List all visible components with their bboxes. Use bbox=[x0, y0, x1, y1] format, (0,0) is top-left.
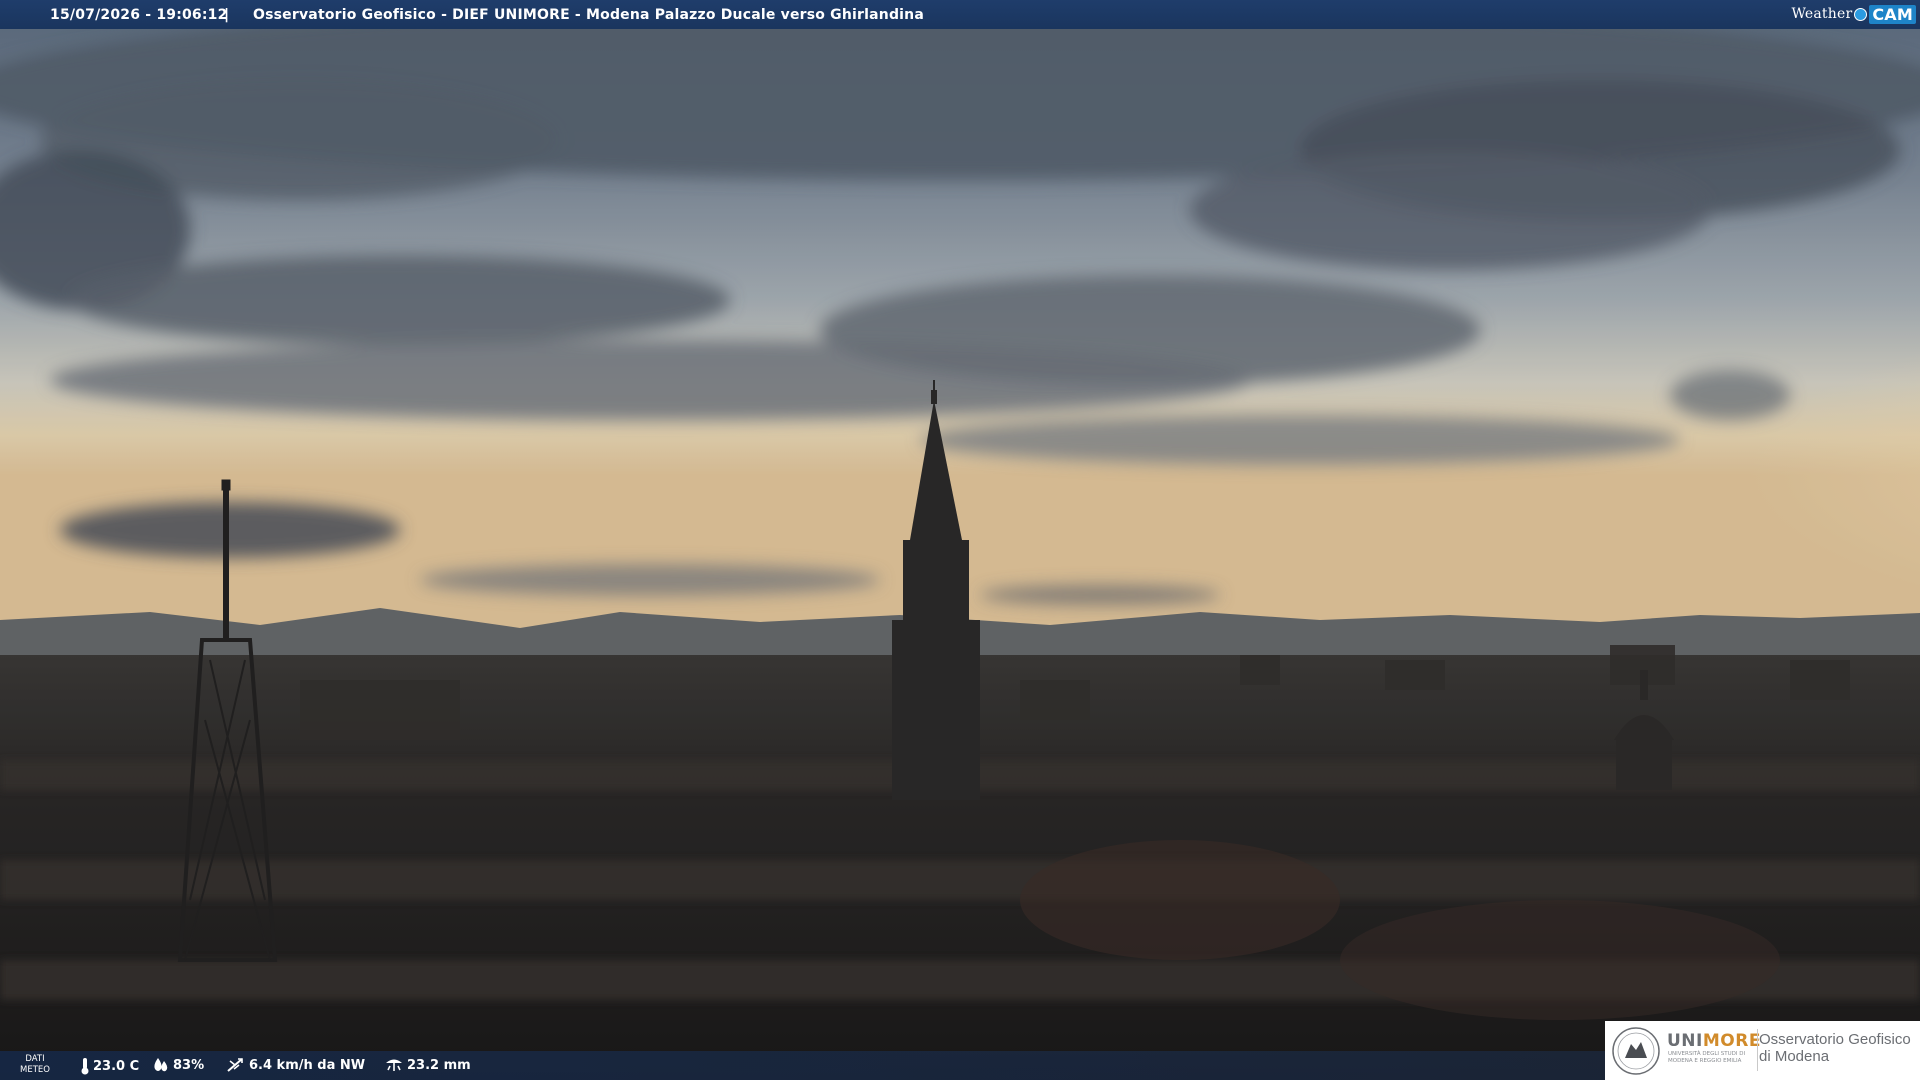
rain-gauge-icon bbox=[386, 1059, 402, 1071]
humidity-reading: 83% bbox=[152, 1057, 204, 1073]
logo-divider bbox=[1757, 1029, 1758, 1071]
brand-weather: Weather bbox=[1791, 6, 1853, 22]
weather-label: DATI METEO bbox=[18, 1054, 52, 1076]
webcam-scene bbox=[0, 0, 1920, 1080]
temperature-value: 23.0 C bbox=[93, 1058, 140, 1074]
top-info-bar: 15/07/2026 - 19:06:12 | Osservatorio Geo… bbox=[0, 0, 1920, 29]
rain-value: 23.2 mm bbox=[407, 1057, 471, 1073]
rain-reading: 23.2 mm bbox=[384, 1057, 471, 1073]
separator: | bbox=[224, 7, 230, 23]
wind-reading: 6.4 km/h da NW bbox=[226, 1057, 365, 1073]
unimore-seal bbox=[1612, 1027, 1660, 1075]
university-name: UNIMORE bbox=[1667, 1031, 1761, 1051]
brand-cam: CAM bbox=[1869, 4, 1916, 24]
observatory-line2: di Modena bbox=[1759, 1048, 1830, 1065]
timestamp: 15/07/2026 - 19:06:12 bbox=[50, 7, 228, 23]
temperature-reading: 23.0 C bbox=[80, 1057, 139, 1075]
weather-data-bar: DATI METEO 23.0 C 83% 6.4 km/h da NW 23.… bbox=[0, 1051, 1605, 1080]
university-name-b: MORE bbox=[1702, 1031, 1761, 1051]
wind-value: 6.4 km/h da NW bbox=[249, 1057, 366, 1073]
droplet-icon bbox=[154, 1058, 168, 1072]
brand-dot-icon bbox=[1854, 7, 1868, 21]
university-name-a: UNI bbox=[1667, 1031, 1703, 1051]
weathercam-logo: Weather CAM bbox=[1791, 4, 1916, 24]
thermometer-icon bbox=[81, 1058, 89, 1075]
observatory-line1: Osservatorio Geofisico bbox=[1759, 1031, 1911, 1048]
wind-icon bbox=[227, 1058, 243, 1072]
weather-label-line1: DATI bbox=[25, 1054, 45, 1064]
humidity-value: 83% bbox=[173, 1057, 205, 1073]
university-subtitle: UNIVERSITÀ DEGLI STUDI DI MODENA E REGGI… bbox=[1668, 1051, 1746, 1064]
unimore-logo-panel: UNIMORE UNIVERSITÀ DEGLI STUDI DI MODENA… bbox=[1605, 1021, 1920, 1080]
weather-label-line2: METEO bbox=[20, 1065, 50, 1075]
observatory-name: Osservatorio Geofisico di Modena bbox=[1759, 1031, 1911, 1065]
camera-caption: Osservatorio Geofisico - DIEF UNIMORE - … bbox=[253, 7, 924, 23]
